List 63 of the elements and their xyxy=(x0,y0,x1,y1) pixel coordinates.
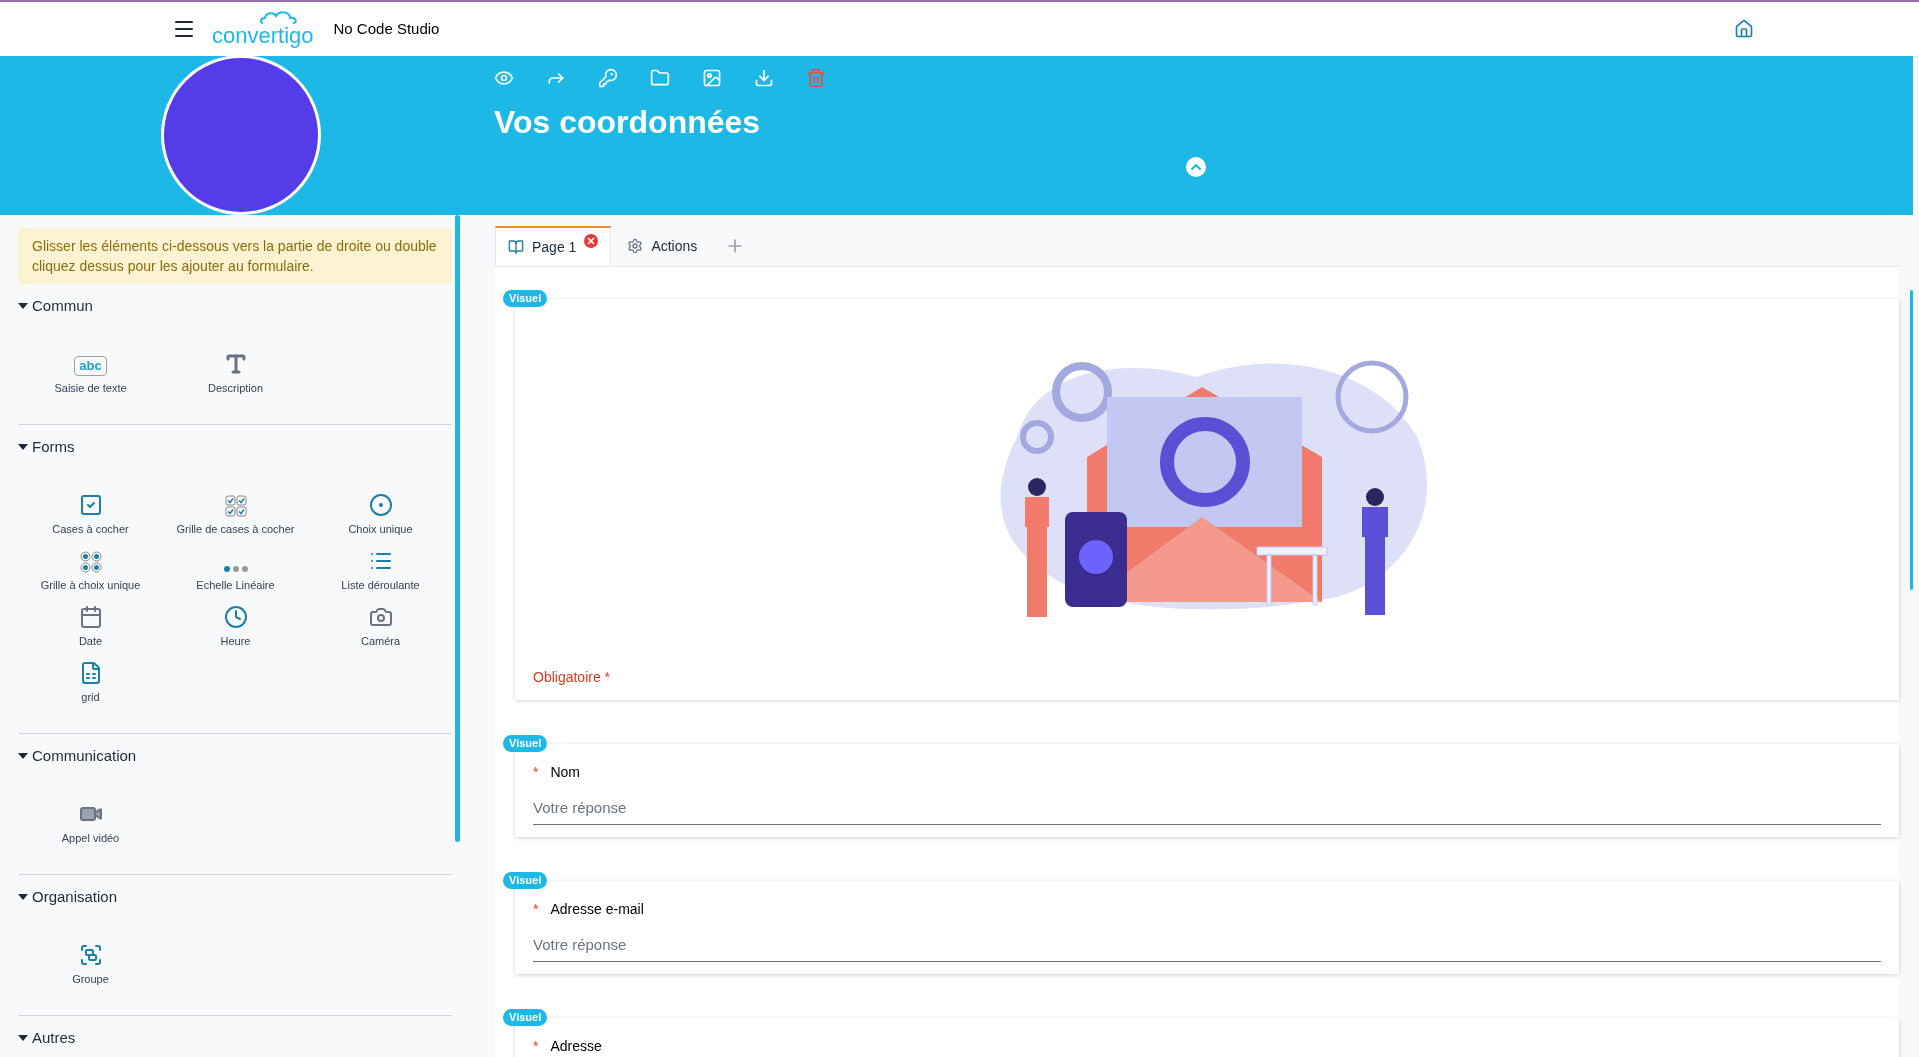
collapse-button[interactable] xyxy=(1186,157,1206,177)
home-icon[interactable] xyxy=(1734,19,1754,39)
question-label: Adresse e-mail xyxy=(550,900,644,919)
clock-icon xyxy=(223,604,248,629)
palette-item[interactable]: grid xyxy=(18,659,163,705)
visual-badge: Visuel xyxy=(503,735,548,752)
palette-item[interactable]: Heure xyxy=(163,603,308,649)
logo: convertigo xyxy=(212,24,314,48)
section-header[interactable]: Organisation xyxy=(18,879,452,915)
group-icon xyxy=(78,942,103,967)
book-icon xyxy=(508,239,524,255)
dots-icon xyxy=(222,564,249,573)
radio-grid-icon xyxy=(79,550,102,573)
form-title: Vos coordonnées xyxy=(494,103,762,142)
key-icon[interactable] xyxy=(598,68,618,88)
section-title: Autres xyxy=(32,1027,76,1048)
hint-text: Glisser les éléments ci-dessous vers la partie de droite ou double cliquez dessus pour les ajouter au formulaire. xyxy=(18,228,452,284)
answer-field[interactable]: Votre réponse xyxy=(533,928,1881,962)
required-note: Obligatoire * xyxy=(533,668,612,687)
tab[interactable]: Page 1 xyxy=(495,226,612,266)
download-icon[interactable] xyxy=(754,68,774,88)
required-mark: * xyxy=(533,900,539,919)
question-label: Adresse xyxy=(550,1037,602,1056)
section-header[interactable]: Forms xyxy=(18,429,452,465)
palette-item[interactable]: Grille de cases à cocher xyxy=(163,491,308,537)
required-mark: * xyxy=(533,763,539,782)
palette-item[interactable]: Echelle Linéaire xyxy=(163,547,308,593)
section-header[interactable]: Autres xyxy=(18,1020,452,1056)
trash-icon[interactable] xyxy=(806,68,826,88)
palette-item[interactable]: abc Saisie de texte xyxy=(18,350,163,396)
palette-item[interactable]: Date xyxy=(18,603,163,649)
gear-icon xyxy=(627,238,644,254)
required-mark: * xyxy=(533,1037,539,1056)
question-label: Nom xyxy=(550,763,580,782)
tab[interactable]: Actions xyxy=(615,226,710,266)
palette-item[interactable]: Groupe xyxy=(18,941,163,987)
palette-item[interactable]: Grille à choix unique xyxy=(18,547,163,593)
section-header[interactable]: Communication xyxy=(18,738,452,774)
image-icon[interactable] xyxy=(702,68,722,88)
palette-item[interactable]: Description xyxy=(163,350,308,396)
answer-field[interactable]: Votre réponse xyxy=(533,791,1881,825)
section-header[interactable]: Commun xyxy=(18,288,452,324)
text-input-icon: abc xyxy=(74,355,107,376)
palette-item[interactable]: Appel vidéo xyxy=(18,800,163,846)
calendar-icon xyxy=(78,604,103,629)
section-title: Forms xyxy=(32,436,75,457)
palette-item[interactable]: Liste déroulante xyxy=(308,547,453,593)
close-icon[interactable] xyxy=(584,234,599,248)
folder-icon[interactable] xyxy=(650,68,670,88)
palette-item[interactable]: Caméra xyxy=(308,603,453,649)
app-name: No Code Studio xyxy=(333,18,440,39)
visual-badge: Visuel xyxy=(503,1009,548,1026)
eye-icon[interactable] xyxy=(494,68,514,88)
checkbox-grid-icon xyxy=(224,494,247,517)
section-title: Organisation xyxy=(32,886,118,907)
palette-item[interactable]: Cases à cocher xyxy=(18,491,163,537)
checkbox-icon xyxy=(78,492,103,517)
palette-item[interactable]: Choix unique xyxy=(308,491,453,537)
visual-badge: Visuel xyxy=(503,872,548,889)
radio-icon xyxy=(368,492,393,517)
section-title: Communication xyxy=(32,745,137,766)
section-title: Commun xyxy=(32,295,93,316)
visual-badge: Visuel xyxy=(503,290,548,307)
